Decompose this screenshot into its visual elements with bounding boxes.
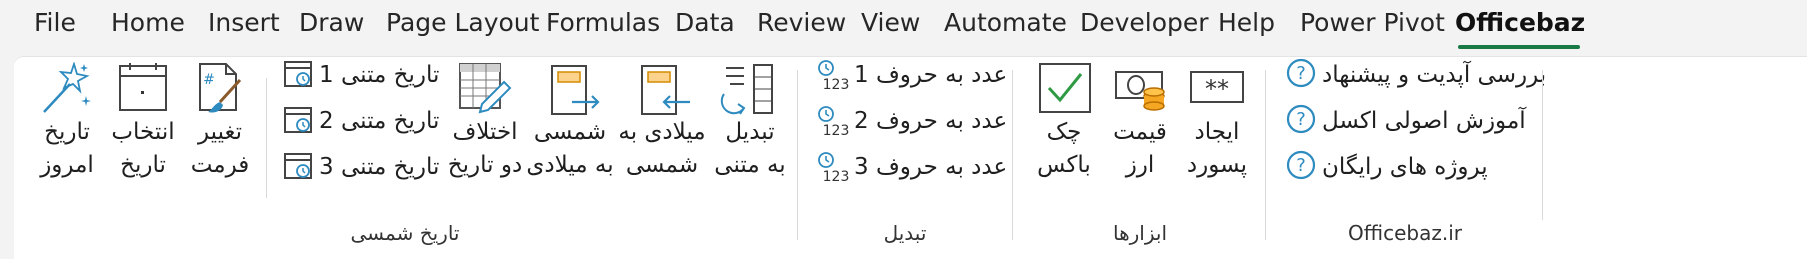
svg-text:#: # [203,72,215,88]
convert-to-text-button[interactable]: تبدیل به متنی [708,62,792,207]
check-updates-button[interactable]: ? بررسی آپدیت و پیشنهاد [1286,58,1546,98]
tab-review[interactable]: Review [757,8,846,37]
calendar-clock-icon [283,104,315,142]
check-updates-label: بررسی آپدیت و پیشنهاد [1322,62,1547,88]
tab-developer[interactable]: Developer [1080,8,1209,37]
tab-home[interactable]: Home [111,8,185,37]
group-separator [1265,70,1266,240]
calendar-clock-icon [283,150,315,188]
change-format-label-line2: فرمت [190,152,250,178]
number-123-icon: 123 [816,104,850,144]
help-circle-icon: ? [1286,58,1316,94]
gregorian-to-shamsi-button[interactable]: میلادی به شمسی [616,62,708,207]
group-separator [1542,70,1543,220]
help-circle-icon: ? [1286,104,1316,140]
svg-text:?: ? [1296,109,1306,130]
text-date-2-label: تاریخ متنی 2 [319,108,440,134]
currency-price-button[interactable]: قیمت ارز [1104,62,1176,207]
number-to-words-3-label: عدد به حروف 3 [854,154,1008,180]
currency-price-icon [1114,68,1168,122]
today-date-button[interactable]: تاریخ امروز [34,61,100,207]
text-date-1-button[interactable]: تاریخ متنی 1 [283,58,439,98]
free-projects-label: پروژه های رایگان [1322,154,1488,180]
gregorian-to-shamsi-label-line1: میلادی به [618,119,706,145]
today-date-label-line1: تاریخ [44,119,90,145]
create-password-button[interactable]: ** ایجاد پسورد [1180,62,1254,207]
tab-view[interactable]: View [861,8,920,37]
number-to-words-3-button[interactable]: 123 عدد به حروف 3 [816,150,1007,190]
svg-text:123: 123 [823,77,850,92]
number-123-icon: 123 [816,150,850,190]
calendar-icon [118,62,168,124]
svg-text:?: ? [1296,155,1306,176]
convert-to-text-label-line1: تبدیل [725,119,775,145]
tab-help[interactable]: Help [1218,8,1275,37]
tab-data[interactable]: Data [675,8,735,37]
text-date-3-label: تاریخ متنی 3 [319,154,440,180]
select-date-button[interactable]: انتخاب تاریخ [110,62,176,207]
shamsi-to-gregorian-label-line2: به میلادی [526,152,614,178]
number-to-words-2-label: عدد به حروف 2 [854,108,1008,134]
text-date-1-label: تاریخ متنی 1 [319,62,440,88]
group-label-convert: تبدیل [883,221,927,245]
checkbox-icon [1038,62,1092,124]
excel-tutorial-label: آموزش اصولی اکسل [1322,108,1526,134]
change-format-button[interactable]: # تغییر فرمت [188,62,252,207]
tab-officebaz[interactable]: Officebaz [1455,8,1585,37]
tab-insert[interactable]: Insert [208,8,280,37]
number-to-words-2-button[interactable]: 123 عدد به حروف 2 [816,104,1007,144]
checkbox-button[interactable]: چک باکس [1030,62,1098,207]
tab-file[interactable]: File [34,8,76,37]
svg-text:123: 123 [823,169,850,184]
select-date-label-line1: انتخاب [111,119,175,145]
calendar-clock-icon [283,58,315,96]
tab-draw[interactable]: Draw [299,8,364,37]
tab-power-pivot[interactable]: Power Pivot [1300,8,1445,37]
text-date-3-button[interactable]: تاریخ متنی 3 [283,150,439,190]
text-date-2-button[interactable]: تاریخ متنی 2 [283,104,439,144]
date-difference-label-line2: دو تاریخ [447,152,523,178]
group-label-officebaz: Officebaz.ir [1348,221,1462,245]
date-difference-button[interactable]: اختلاف دو تاریخ [446,62,524,207]
number-to-words-1-button[interactable]: 123 عدد به حروف 1 [816,58,1007,98]
svg-text:**: ** [1205,75,1229,103]
convert-to-text-label-line2: به متنی [714,152,786,178]
create-password-label-line1: ایجاد [1194,119,1240,145]
group-label-tools: ابزارها [1112,221,1167,245]
number-to-words-1-label: عدد به حروف 1 [854,62,1008,88]
tab-formulas[interactable]: Formulas [546,8,660,37]
change-format-label-line1: تغییر [197,119,243,145]
password-icon: ** [1190,70,1244,116]
help-circle-icon: ? [1286,150,1316,186]
excel-tutorial-button[interactable]: ? آموزش اصولی اکسل [1286,104,1526,144]
currency-price-label-line1: قیمت [1113,119,1167,145]
tab-automate[interactable]: Automate [944,8,1067,37]
number-123-icon: 123 [816,58,850,98]
gregorian-to-shamsi-label-line2: شمسی [625,152,699,178]
group-separator [797,70,798,240]
ribbon-tabs: File Home Insert Draw Page Layout Formul… [0,0,1807,52]
tab-page-layout[interactable]: Page Layout [386,8,539,37]
shamsi-to-gregorian-button[interactable]: شمسی به میلادی [526,62,614,207]
checkbox-label-line1: چک [1046,119,1082,145]
group-label-shamsi-date: تاریخ شمسی [350,221,460,245]
select-date-label-line2: تاریخ [120,152,166,178]
active-tab-indicator [1458,45,1580,49]
currency-price-label-line2: ارز [1125,152,1155,178]
date-difference-label-line1: اختلاف [452,119,518,145]
svg-text:?: ? [1296,63,1306,84]
inner-separator [266,78,267,198]
today-date-label-line2: امروز [40,152,94,178]
free-projects-button[interactable]: ? پروژه های رایگان [1286,150,1526,190]
group-separator [1012,70,1013,240]
checkbox-label-line2: باکس [1037,152,1091,178]
svg-text:123: 123 [823,123,850,138]
create-password-label-line2: پسورد [1186,152,1248,178]
shamsi-to-gregorian-label-line1: شمسی [533,119,607,145]
